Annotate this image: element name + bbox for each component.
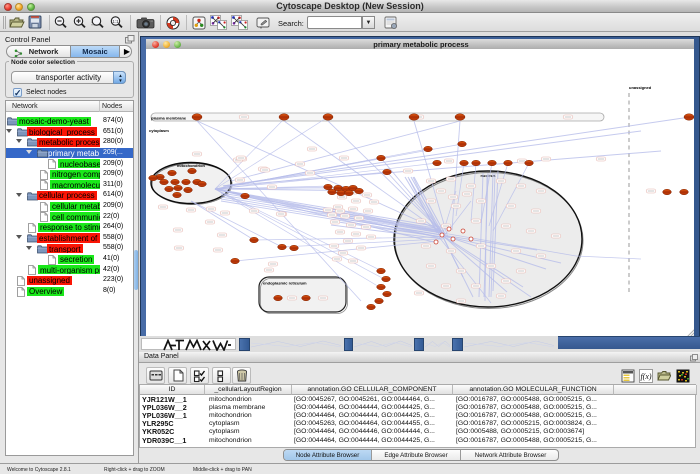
svg-text:plasma membrane: plasma membrane bbox=[151, 116, 187, 121]
svg-text:unassigned: unassigned bbox=[629, 85, 652, 90]
svg-text:mitochondrion: mitochondrion bbox=[177, 163, 206, 168]
svg-text:1:1: 1:1 bbox=[112, 19, 119, 24]
svg-text:cytoplasm: cytoplasm bbox=[149, 128, 169, 133]
svg-text:f(x): f(x) bbox=[640, 372, 651, 381]
svg-text:endoplasmic reticulum: endoplasmic reticulum bbox=[263, 281, 307, 286]
